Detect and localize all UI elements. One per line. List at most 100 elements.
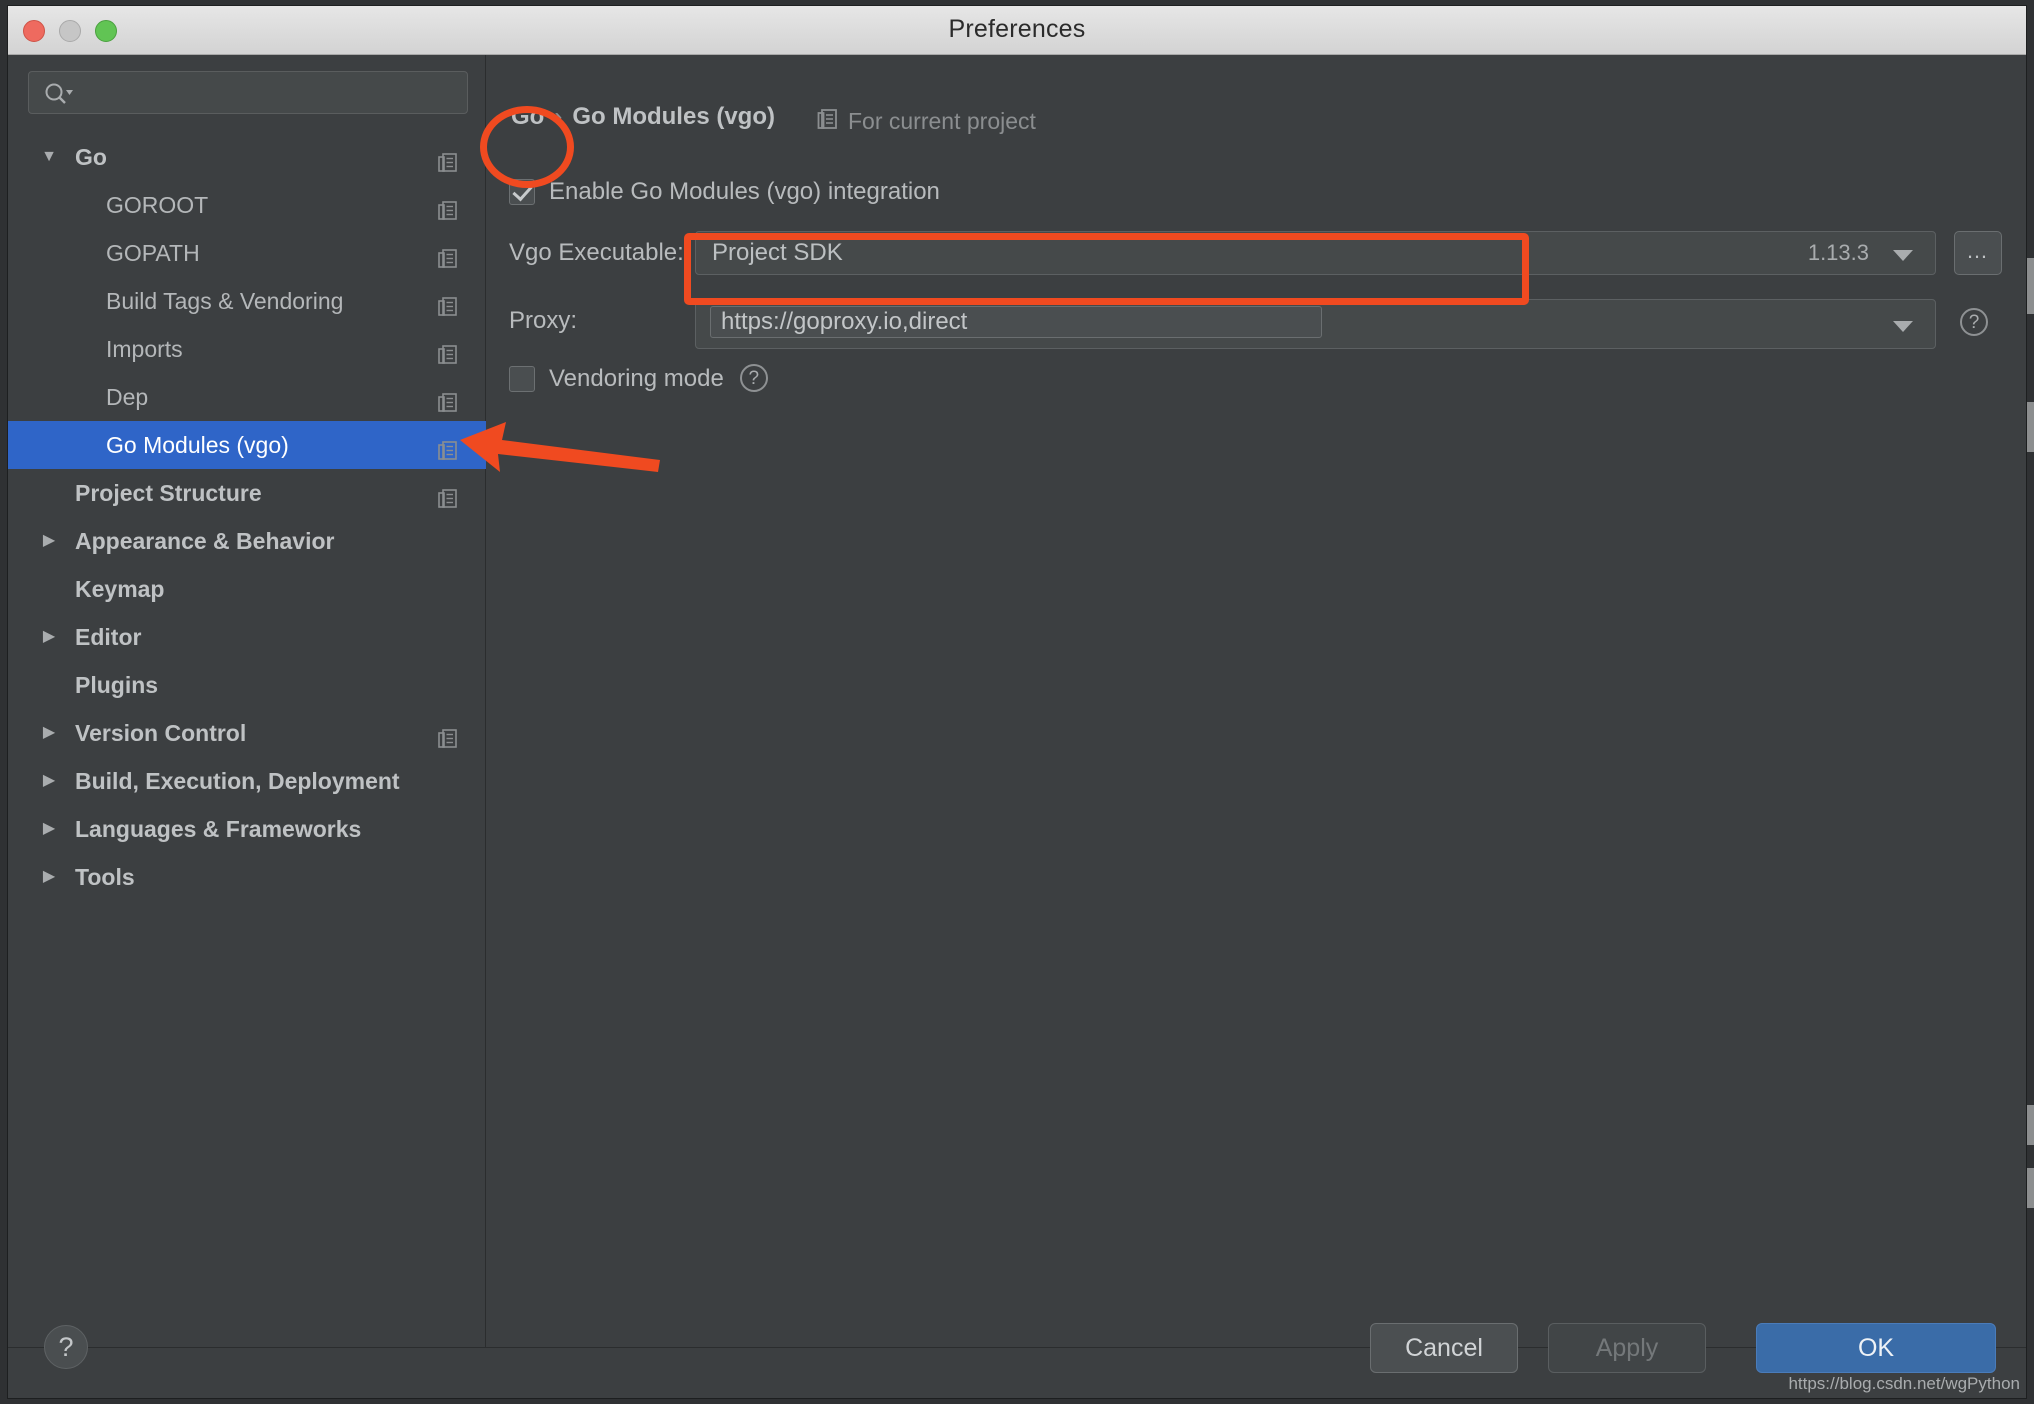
sidebar-item-label: Go Modules (vgo) [106, 432, 289, 458]
chevron-down-icon[interactable] [1893, 250, 1913, 261]
background-artifact [2025, 402, 2034, 452]
search-icon [45, 83, 73, 104]
vgo-executable-browse-button[interactable]: … [1954, 231, 2002, 275]
sidebar-item-label: Tools [75, 864, 135, 890]
ok-button[interactable]: OK [1756, 1323, 1996, 1373]
sidebar-item-label: Languages & Frameworks [75, 816, 362, 842]
screen: Preferences ▼ Go GOROOT GOPATH Build Tags & … [0, 0, 2034, 1404]
vgo-executable-combo[interactable]: Project SDK 1.13.3 [695, 231, 1936, 275]
project-scope-icon [817, 109, 837, 129]
scope-indicator: For current project [817, 108, 1036, 135]
sidebar-item-label: Project Structure [75, 480, 262, 506]
dialog-footer: ? Cancel Apply OK https://blog.csdn.net/… [8, 1323, 2026, 1398]
window-title: Preferences [948, 15, 1086, 43]
preferences-window: Preferences ▼ Go GOROOT GOPATH Build Tags & … [8, 6, 2026, 1398]
sidebar-item-build-tags-vendoring[interactable]: Build Tags & Vendoring [8, 277, 486, 325]
project-scope-icon [438, 387, 458, 412]
sidebar-item-goroot[interactable]: GOROOT [8, 181, 486, 229]
settings-sidebar: ▼ Go GOROOT GOPATH Build Tags & Vendoring Imp… [8, 55, 486, 1347]
settings-detail-panel: Go › Go Modules (vgo) For current project … [487, 55, 2026, 1347]
sidebar-item-label: Appearance & Behavior [75, 528, 335, 554]
vendoring-mode-row[interactable]: Vendoring mode? [509, 364, 768, 399]
chevron-right-icon[interactable]: ▶ [38, 613, 60, 661]
breadcrumb-leaf: Go Modules (vgo) [572, 103, 775, 130]
scope-label: For current project [848, 108, 1036, 134]
background-artifact [2025, 1105, 2034, 1145]
window-body: ▼ Go GOROOT GOPATH Build Tags & Vendoring Imp… [8, 55, 2026, 1347]
chevron-down-icon[interactable] [1893, 321, 1913, 332]
breadcrumb-root[interactable]: Go [511, 103, 544, 130]
project-scope-icon [438, 723, 458, 748]
sidebar-item-tools[interactable]: ▶ Tools [8, 853, 486, 901]
sidebar-item-go[interactable]: ▼ Go [8, 133, 486, 181]
project-scope-icon [438, 147, 458, 172]
sidebar-item-imports[interactable]: Imports [8, 325, 486, 373]
chevron-right-icon[interactable]: ▶ [38, 853, 60, 901]
vgo-executable-value: Project SDK [712, 239, 843, 266]
proxy-input[interactable]: https://goproxy.io,direct [710, 306, 1322, 338]
sidebar-item-gopath[interactable]: GOPATH [8, 229, 486, 277]
vgo-version-label: 1.13.3 [1807, 240, 1869, 265]
project-scope-icon [438, 243, 458, 268]
sidebar-item-label: Plugins [75, 672, 159, 698]
sidebar-item-version-control[interactable]: ▶ Version Control [8, 709, 486, 757]
enable-go-modules-label: Enable Go Modules (vgo) integration [549, 178, 940, 205]
chevron-down-icon[interactable]: ▼ [38, 133, 60, 181]
help-button[interactable]: ? [44, 1325, 88, 1369]
sidebar-item-go-modules-vgo[interactable]: Go Modules (vgo) [8, 421, 486, 469]
chevron-right-icon[interactable]: ▶ [38, 517, 60, 565]
breadcrumb-separator: › [554, 103, 563, 130]
vgo-executable-row: Vgo Executable: Project SDK 1.13.3 … [509, 231, 2009, 275]
project-scope-icon [438, 195, 458, 220]
settings-tree: ▼ Go GOROOT GOPATH Build Tags & Vendoring Imp… [8, 133, 486, 901]
watermark: https://blog.csdn.net/wgPython [1788, 1374, 2020, 1393]
breadcrumb: Go › Go Modules (vgo) [511, 103, 775, 131]
search-input[interactable] [79, 72, 459, 113]
sidebar-item-build-execution-deployment[interactable]: ▶ Build, Execution, Deployment [8, 757, 486, 805]
sidebar-item-plugins[interactable]: Plugins [8, 661, 486, 709]
proxy-combo[interactable]: https://goproxy.io,direct [695, 299, 1936, 349]
vendoring-help-icon[interactable]: ? [739, 364, 768, 392]
project-scope-icon [438, 339, 458, 364]
chevron-right-icon[interactable]: ▶ [38, 709, 60, 757]
project-scope-icon [438, 435, 458, 460]
sidebar-item-label: Keymap [75, 576, 165, 602]
background-artifact [2025, 1168, 2034, 1208]
vgo-executable-label: Vgo Executable: [509, 239, 684, 266]
sidebar-item-label: Dep [106, 384, 149, 410]
chevron-right-icon[interactable]: ▶ [38, 757, 60, 805]
sidebar-item-label: GOPATH [106, 240, 200, 266]
proxy-help-icon[interactable]: ? [1960, 308, 1988, 336]
search-box[interactable] [28, 71, 468, 114]
apply-button[interactable]: Apply [1548, 1323, 1706, 1373]
enable-go-modules-checkbox[interactable] [509, 179, 535, 205]
sidebar-item-editor[interactable]: ▶ Editor [8, 613, 486, 661]
sidebar-item-dep[interactable]: Dep [8, 373, 486, 421]
sidebar-item-label: Build, Execution, Deployment [75, 768, 400, 794]
sidebar-item-label: Version Control [75, 720, 247, 746]
sidebar-item-label: Imports [106, 336, 183, 362]
cancel-button[interactable]: Cancel [1370, 1323, 1518, 1373]
sidebar-item-appearance-behavior[interactable]: ▶ Appearance & Behavior [8, 517, 486, 565]
sidebar-item-label: Build Tags & Vendoring [106, 288, 344, 314]
sidebar-item-keymap[interactable]: Keymap [8, 565, 486, 613]
sidebar-item-label: Go [75, 144, 107, 170]
vendoring-mode-checkbox[interactable] [509, 366, 535, 392]
proxy-row: Proxy: https://goproxy.io,direct ? [509, 299, 2009, 349]
enable-go-modules-row[interactable]: Enable Go Modules (vgo) integration [509, 178, 940, 212]
sidebar-item-project-structure[interactable]: Project Structure [8, 469, 486, 517]
chevron-right-icon[interactable]: ▶ [38, 805, 60, 853]
sidebar-item-languages-frameworks[interactable]: ▶ Languages & Frameworks [8, 805, 486, 853]
project-scope-icon [438, 291, 458, 316]
window-titlebar: Preferences [8, 6, 2026, 55]
sidebar-item-label: Editor [75, 624, 142, 650]
